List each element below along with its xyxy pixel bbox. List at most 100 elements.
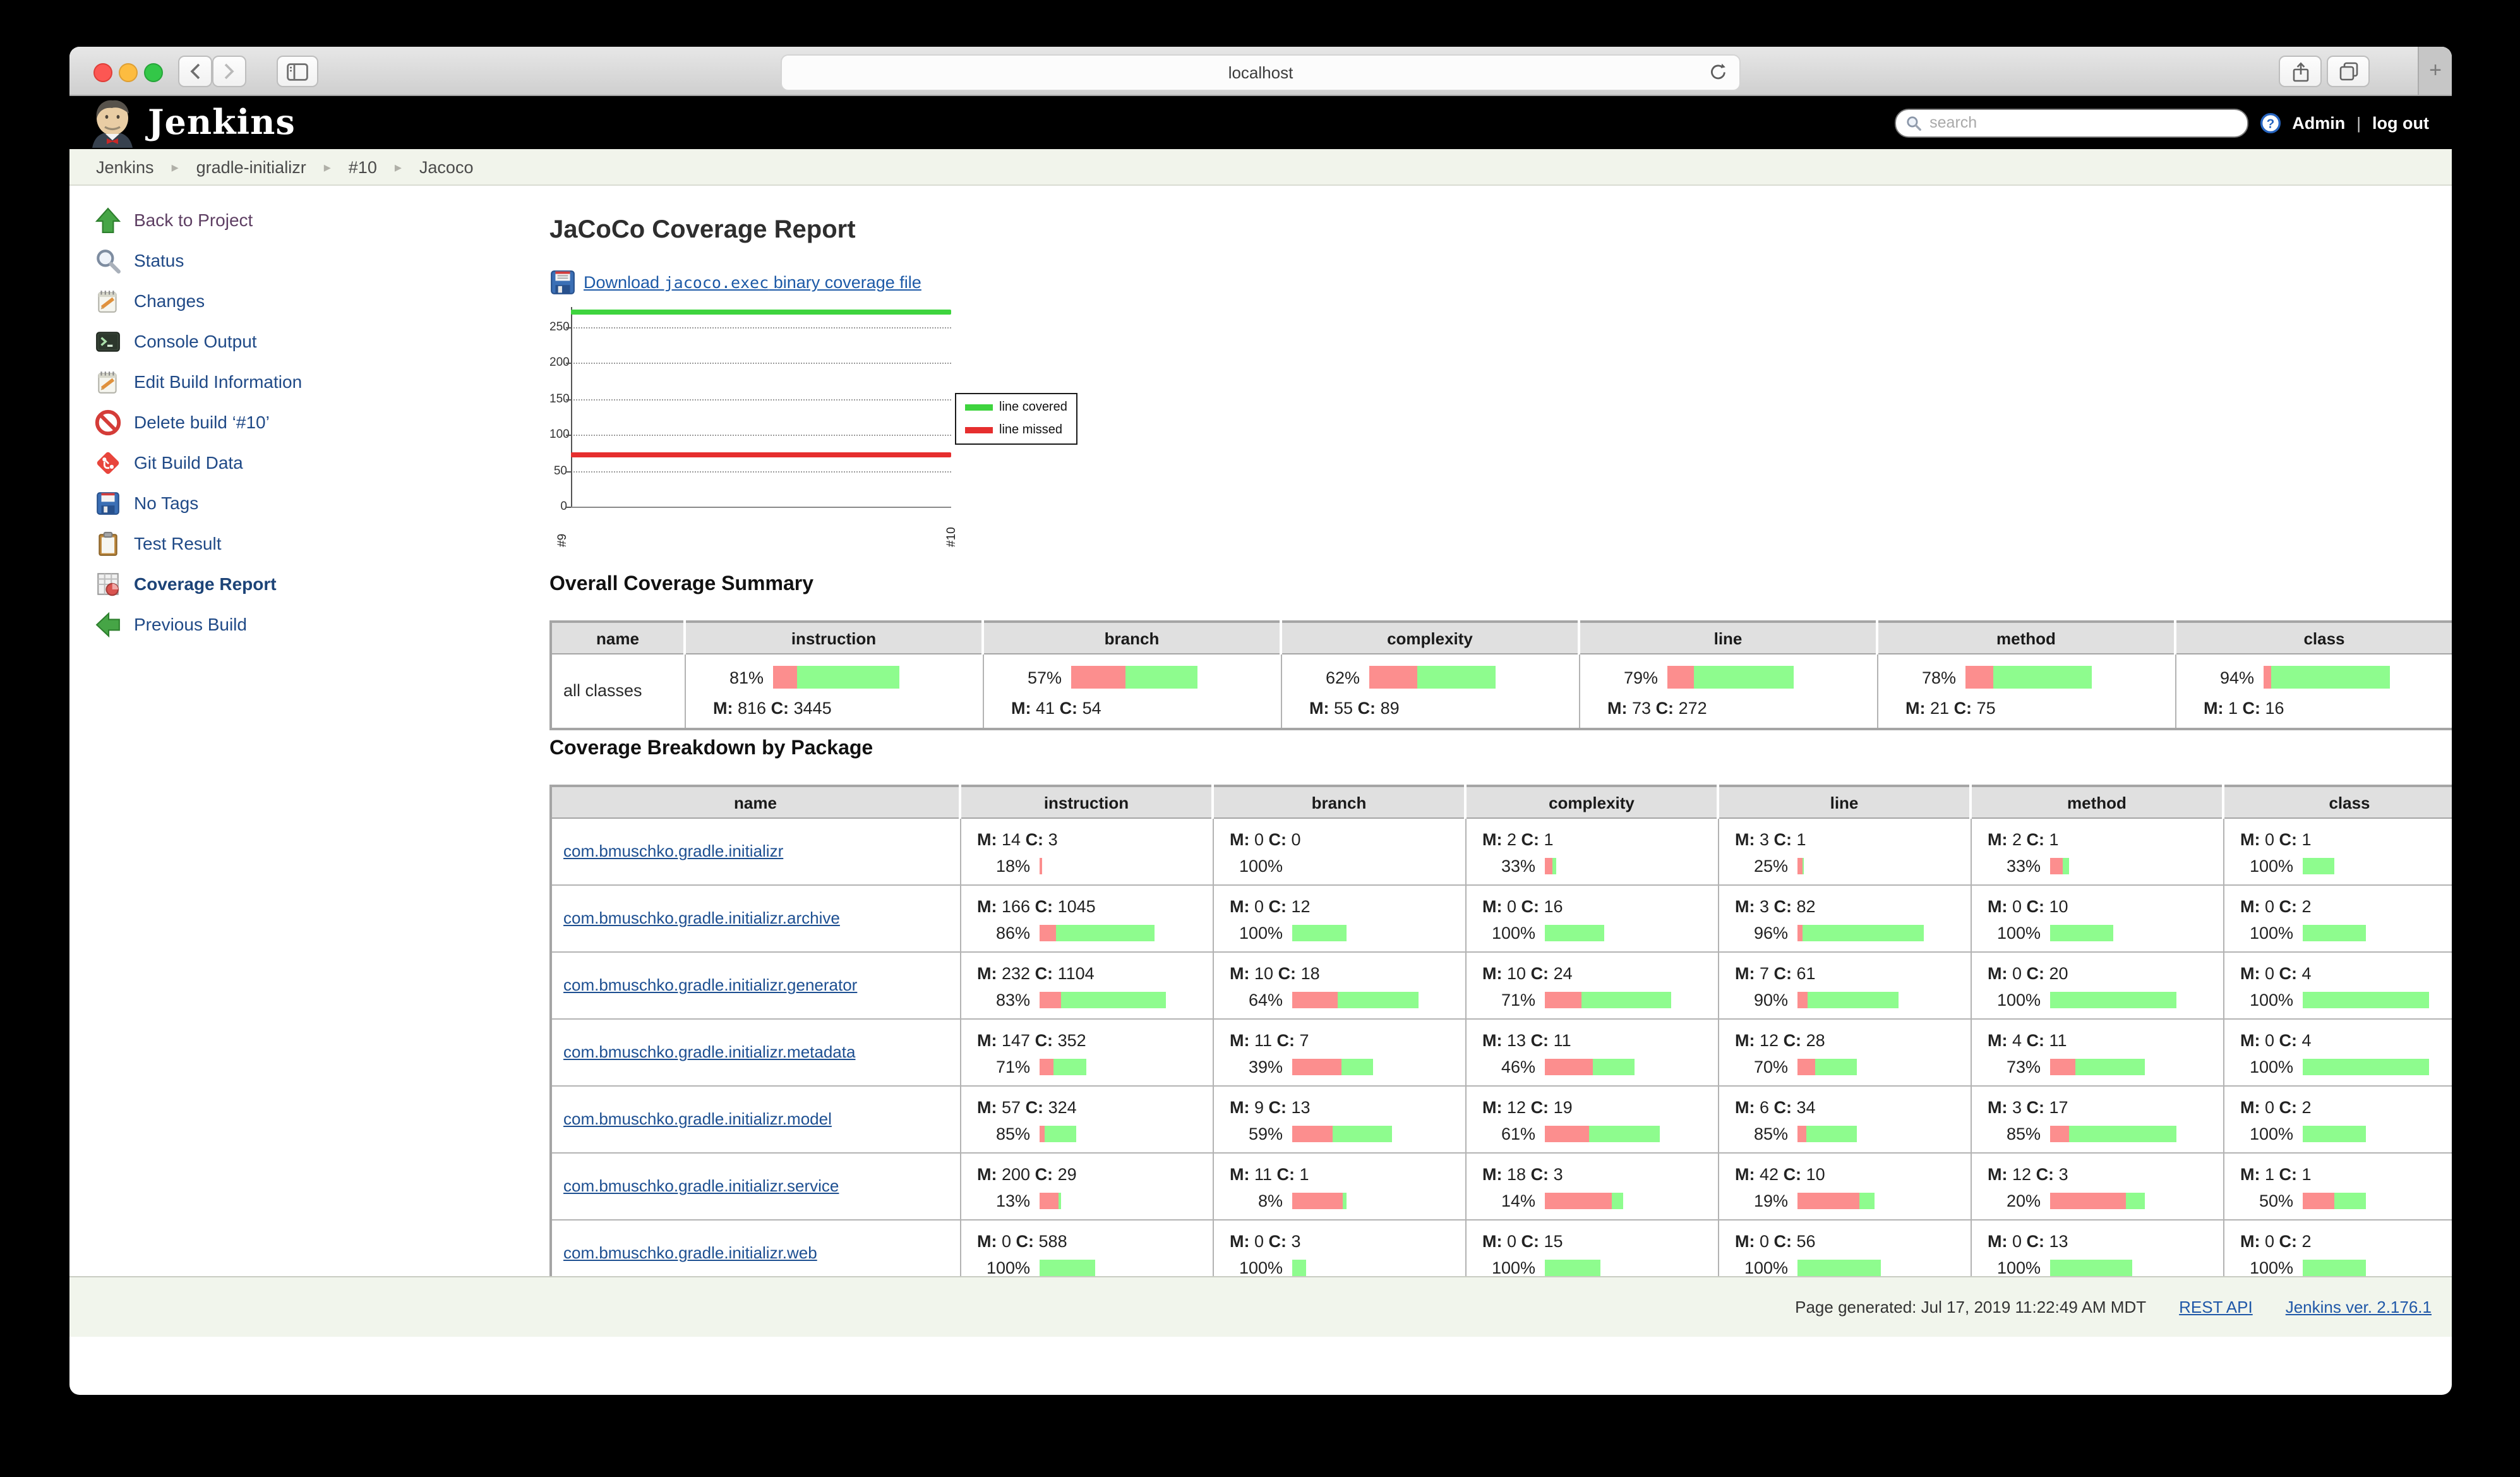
sidebar-item-label: Changes [134,291,205,311]
missed-bar-segment [1292,1192,1342,1209]
gridline [571,327,951,329]
sidebar-item-status[interactable]: Status [95,244,184,277]
sidebar-item-test-result[interactable]: Test Result [95,527,222,560]
close-window-button[interactable] [93,63,112,82]
coverage-bar [2049,924,2113,941]
sidebar-item-back-to-project[interactable]: Back to Project [95,203,253,236]
percent-bar-line: 100% [2240,990,2452,1009]
zoom-window-button[interactable] [144,63,163,82]
percent-bar-line: 94% [2204,666,2452,689]
metric-cell-method: M: 4 C: 1173% [1971,1019,2223,1086]
sidebar-item-label: Test Result [134,533,222,553]
coverage-bar [2302,1058,2428,1075]
legend-label: line covered [999,401,1067,414]
missed-covered-counts: M: 11 C: 7 [1230,1030,1465,1049]
metric-cell-content: M: 11 C: 739% [1213,1022,1465,1083]
percent-bar-line: 83% [977,990,1212,1009]
metric-cell-complexity: M: 18 C: 314% [1465,1153,1718,1220]
missed-covered-counts: M: 7 C: 61 [1735,963,1970,982]
package-link-com-bmuschko-gradle-initializr-model[interactable]: com.bmuschko.gradle.initializr.model [563,1109,832,1128]
summary-cell-content: 78%M: 21 C: 75 [1878,654,2175,728]
covered-bar-segment [1058,1192,1060,1209]
logout-link[interactable]: log out [2372,113,2429,132]
address-bar[interactable]: localhost [781,54,1741,91]
minimize-window-button[interactable] [119,63,138,82]
package-link-com-bmuschko-gradle-initializr-web[interactable]: com.bmuschko.gradle.initializr.web [563,1243,817,1262]
metric-cell-complexity: M: 10 C: 2471% [1465,952,1718,1019]
package-link-com-bmuschko-gradle-initializr-metadata[interactable]: com.bmuschko.gradle.initializr.metadata [563,1042,855,1061]
tab-overview-button[interactable] [2327,56,2370,87]
jenkins-butler-logo[interactable] [87,97,138,148]
sidebar-toggle-button[interactable] [277,56,318,87]
coverage-percent: 100% [1482,1258,1535,1277]
rest-api-link[interactable]: REST API [2179,1298,2253,1317]
missed-covered-counts: M: 1 C: 1 [2240,1164,2452,1183]
user-link[interactable]: Admin [2292,113,2345,132]
browser-forward-button[interactable] [212,56,246,87]
metric-cell-complexity: M: 12 C: 1961% [1465,1086,1718,1153]
percent-bar-line: 100% [1230,856,1465,875]
missed-covered-counts: M: 0 C: 56 [1735,1231,1970,1250]
coverage-bar [1544,1259,1600,1275]
metric-cell-content: M: 3 C: 8296% [1719,888,1970,950]
coverage-bar [1292,1058,1372,1075]
coverage-percent: 100% [2240,923,2293,942]
coverage-percent: 96% [1735,923,1788,942]
sidebar-item-no-tags[interactable]: No Tags [95,486,198,519]
metric-cell-content: M: 0 C: 56100% [1719,1222,1970,1284]
package-link-com-bmuschko-gradle-initializr-service[interactable]: com.bmuschko.gradle.initializr.service [563,1176,839,1195]
sidebar-item-delete-build-10[interactable]: Delete build ‘#10’ [95,406,270,438]
coverage-bar [1797,1192,1874,1209]
percent-bar-line: 71% [1482,990,1717,1009]
new-tab-button[interactable]: + [2418,47,2452,95]
covered-bar-segment [1859,1192,1874,1209]
sidebar-item-label: Coverage Report [134,574,277,594]
sidebar-item-console-output[interactable]: Console Output [95,325,257,358]
covered-bar-segment [1581,991,1671,1008]
percent-bar-line: 100% [977,1258,1212,1277]
missed-bar-segment [2302,1192,2334,1209]
missed-covered-counts: M: 10 C: 18 [1230,963,1465,982]
metric-cell-content: M: 18 C: 314% [1466,1155,1717,1217]
sidebar-item-git-build-data[interactable]: Git Build Data [95,446,243,479]
share-button[interactable] [2279,56,2322,87]
help-icon[interactable]: ? [2259,112,2281,133]
jenkins-version-link[interactable]: Jenkins ver. 2.176.1 [2286,1298,2432,1317]
metric-cell-content: M: 3 C: 1785% [1971,1088,2223,1150]
coverage-percent: 14% [1482,1191,1535,1210]
download-jacoco-link[interactable]: Download jacoco.exec binary coverage fil… [584,273,921,292]
browser-back-button[interactable] [178,56,212,87]
covered-bar-segment [2049,991,2176,1008]
coverage-bar [1544,1192,1623,1209]
covered-bar-segment [1417,666,1495,689]
sidebar-item-edit-build-information[interactable]: Edit Build Information [95,365,302,398]
search-input[interactable] [1927,112,2236,133]
breadcrumb-item-10[interactable]: #10 [349,157,377,176]
package-link-com-bmuschko-gradle-initializr[interactable]: com.bmuschko.gradle.initializr [563,841,783,860]
coverage-percent: 100% [1482,923,1535,942]
jenkins-wordmark[interactable]: Jenkins [148,103,296,142]
metric-cell-content: M: 0 C: 15100% [1466,1222,1717,1284]
overall-coverage-summary-table: nameinstructionbranchcomplexitylinemetho… [549,620,2452,730]
column-header-class: class [2175,622,2452,654]
reload-icon[interactable] [1709,62,1728,86]
sidebar-item-coverage-report[interactable]: Coverage Report [95,567,277,600]
table-header-row: nameinstructionbranchcomplexitylinemetho… [551,622,2452,654]
package-link-com-bmuschko-gradle-initializr-archive[interactable]: com.bmuschko.gradle.initializr.archive [563,908,840,927]
sidebar-item-previous-build[interactable]: Previous Build [95,608,247,641]
covered-bar-segment [1337,991,1418,1008]
percent-bar-line: 70% [1735,1057,1970,1076]
package-name-cell: com.bmuschko.gradle.initializr.generator [551,952,960,1019]
metric-cell-content: M: 3 C: 125% [1719,821,1970,883]
coverage-bar [1039,1259,1095,1275]
sidebar-item-changes[interactable]: Changes [95,284,205,317]
address-bar-url: localhost [1228,63,1293,82]
coverage-bar [1797,924,1923,941]
chart-line-line-missed [571,452,951,457]
breadcrumb-item-gradle-initializr[interactable]: gradle-initializr [196,157,306,176]
missed-bar-segment [1797,1192,1859,1209]
missed-covered-counts: M: 12 C: 19 [1482,1097,1717,1116]
breadcrumb-item-jacoco[interactable]: Jacoco [419,157,474,176]
package-link-com-bmuschko-gradle-initializr-generator[interactable]: com.bmuschko.gradle.initializr.generator [563,975,857,994]
breadcrumb-item-jenkins[interactable]: Jenkins [96,157,154,176]
